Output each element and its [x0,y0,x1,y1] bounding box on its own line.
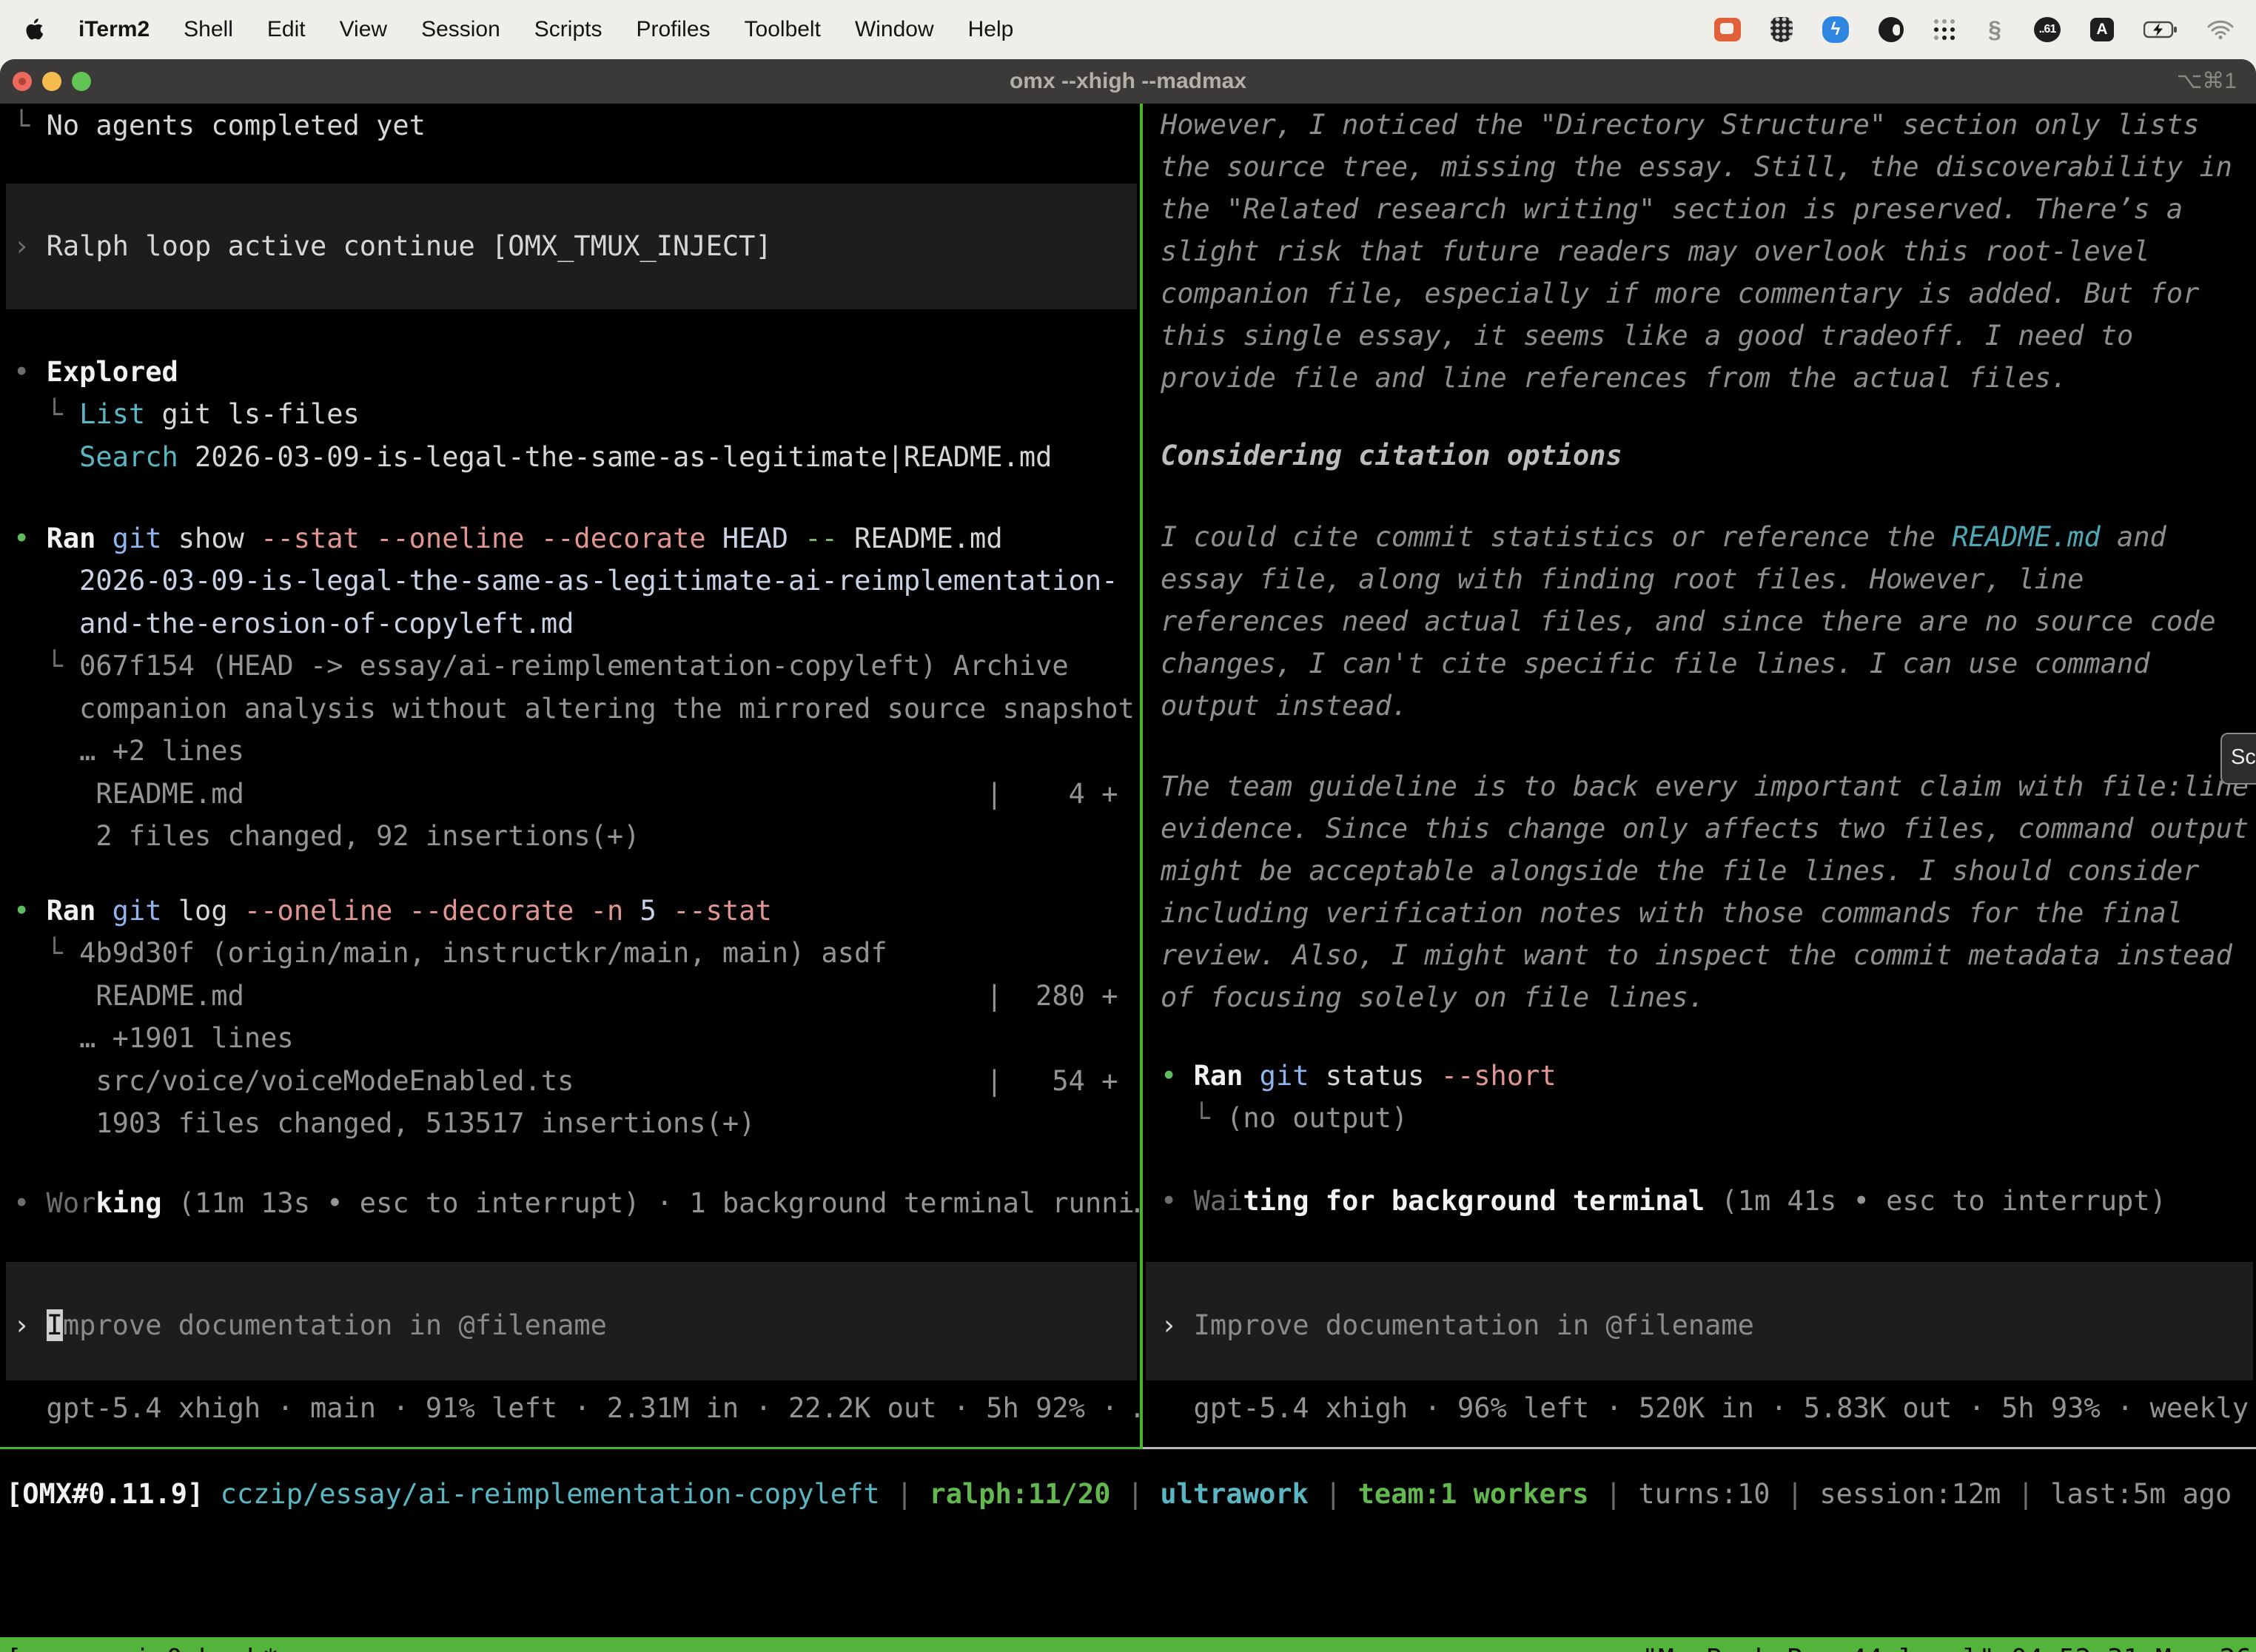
terminal-content: └ No agents completed yet › Ralph loop ac… [0,104,2256,1652]
terminal-line: this single essay, it seems like a good … [1161,315,2133,357]
apple-icon[interactable] [25,19,44,41]
prompt-input-right: › Improve documentation in @filename [1161,1304,1754,1346]
terminal-line: • Ran git show --stat --oneline --decora… [13,517,1003,560]
security-shield-icon[interactable] [1770,17,1793,42]
right-agent-pane[interactable]: However, I noticed the "Directory Struct… [1143,104,2256,1449]
input-source-icon[interactable]: A [2090,18,2114,41]
session-stats-right: gpt-5.4 xhigh · 96% left · 520K in · 5.8… [1161,1387,2256,1429]
terminal-line: 2026-03-09-is-legal-the-same-as-legitima… [13,560,1118,602]
terminal-line: └ List git ls-files [13,393,360,435]
menu-edit[interactable]: Edit [267,17,306,42]
terminal-line: review. Also, I might want to inspect th… [1161,934,2232,976]
window-shortcut-badge: ⌥⌘1 [2177,59,2237,104]
terminal-line: output instead. [1161,685,1408,727]
menu-toolbelt[interactable]: Toolbelt [745,17,821,42]
moon-icon[interactable] [1879,17,1904,42]
prompt-input-left: › Improve documentation in @filename [13,1304,607,1346]
terminal-line: slight risk that future readers may over… [1161,230,2150,272]
menu-shell[interactable]: Shell [184,17,233,42]
terminal-line: evidence. Since this change only affects… [1161,807,2249,850]
macos-menu-bar: iTerm2 Shell Edit View Session Scripts Profile… [0,0,2256,59]
battery-percent-badge-icon[interactable]: ..61 [2034,17,2061,42]
menu-window[interactable]: Window [855,17,934,42]
terminal-line: provide file and line references from th… [1161,357,2067,399]
terminal-line: references need actual files, and since … [1161,600,2216,642]
terminal-line: README.md | 280 + [13,975,1118,1017]
omx-status-line: [OMX#0.11.9] cczip/essay/ai-reimplementa… [0,1473,2256,1515]
terminal-line: src/voice/voiceModeEnabled.ts | 54 + [13,1060,1118,1102]
terminal-line: companion analysis without altering the … [13,688,1135,730]
terminal-line: including verification notes with those … [1161,892,2183,934]
terminal-line: the "Related research writing" section i… [1161,188,2183,230]
squiggle-icon[interactable]: § [1985,16,2004,44]
messenger-icon[interactable]: ϟ [1822,16,1849,43]
terminal-line: I could cite commit statistics or refere… [1161,516,2166,558]
menu-items: iTerm2 Shell Edit View Session Scripts Profile… [0,17,1013,42]
left-pane-bottom-border [0,1447,1140,1449]
tmux-session-label[interactable]: [omx-cczip0:bash* [6,1637,278,1652]
right-pane-bottom-border [1143,1447,2256,1449]
terminal-line: the source tree, missing the essay. Stil… [1161,146,2232,188]
omx-status-segments: [OMX#0.11.9] cczip/essay/ai-reimplementa… [6,1473,2232,1515]
waiting-status: • Waiting for background terminal (1m 41… [1161,1180,2166,1222]
terminal-line: essay file, along with finding root file… [1161,558,2084,600]
tmux-status-bar: [omx-cczip0:bash* "MacBook-Pro-44.local"… [0,1637,2256,1652]
terminal-line: 1903 files changed, 513517 insertions(+) [13,1102,755,1144]
window-title: omx --xhigh --madmax [0,59,2256,104]
menu-view[interactable]: View [340,17,387,42]
menu-profiles[interactable]: Profiles [636,17,710,42]
terminal-line: and-the-erosion-of-copyleft.md [13,602,574,645]
session-stats-left: gpt-5.4 xhigh · main · 91% left · 2.31M … [13,1387,1140,1429]
terminal-line: └ No agents completed yet [13,104,426,147]
status-icons: ϟ § ..61 A [1714,16,2256,44]
terminal-line: └ (no output) [1161,1097,1408,1139]
tmux-host-clock: "MacBook-Pro-44.local" 04:52 31-Mar-26 [1642,1637,2252,1652]
wifi-icon[interactable] [2207,19,2234,40]
terminal-line: • Ran git status --short [1161,1055,1557,1097]
menu-session[interactable]: Session [421,17,500,42]
thinking-heading: Considering citation options [1161,434,1622,477]
battery-icon[interactable] [2143,21,2178,38]
terminal-line: changes, I can't cite specific file line… [1161,642,2150,685]
screen-recording-icon[interactable] [1714,18,1741,41]
terminal-line: The team guideline is to back every impo… [1161,765,2249,807]
terminal-line: … +1901 lines [13,1017,294,1059]
terminal-line: • Ran git log --oneline --decorate -n 5 … [13,890,772,932]
terminal-line: However, I noticed the "Directory Struct… [1161,104,2199,146]
terminal-line: … +2 lines [13,730,244,772]
terminal-line: might be acceptable alongside the file l… [1161,850,2199,892]
window-title-bar[interactable]: omx --xhigh --madmax ⌥⌘1 [0,59,2256,104]
terminal-line: • Explored [13,351,178,393]
terminal-line: README.md | 4 + [13,773,1118,815]
terminal-line: └ 067f154 (HEAD -> essay/ai-reimplementa… [13,645,1069,687]
iterm2-window: omx --xhigh --madmax ⌥⌘1 └ No agents com… [0,59,2256,1652]
working-status: • Working (11m 13s • esc to interrupt) ·… [13,1182,1140,1224]
menu-scripts[interactable]: Scripts [534,17,602,42]
app-grid-icon[interactable] [1933,19,1955,41]
terminal-line: └ 4b9d30f (origin/main, instructkr/main,… [13,932,887,974]
screen-tooltip: Scre [2220,733,2256,785]
ralph-loop-banner: › Ralph loop active continue [OMX_TMUX_I… [13,225,772,267]
terminal-line: companion file, especially if more comme… [1161,272,2199,315]
terminal-line: 2 files changed, 92 insertions(+) [13,815,639,857]
terminal-line: of focusing solely on file lines. [1161,976,1705,1018]
desktop: iTerm2 Shell Edit View Session Scripts Profile… [0,0,2256,1652]
terminal-line: Search 2026-03-09-is-legal-the-same-as-l… [13,436,1052,478]
left-agent-pane[interactable]: └ No agents completed yet › Ralph loop ac… [0,104,1140,1449]
menu-iterm2[interactable]: iTerm2 [78,17,150,42]
menu-help[interactable]: Help [968,17,1014,42]
